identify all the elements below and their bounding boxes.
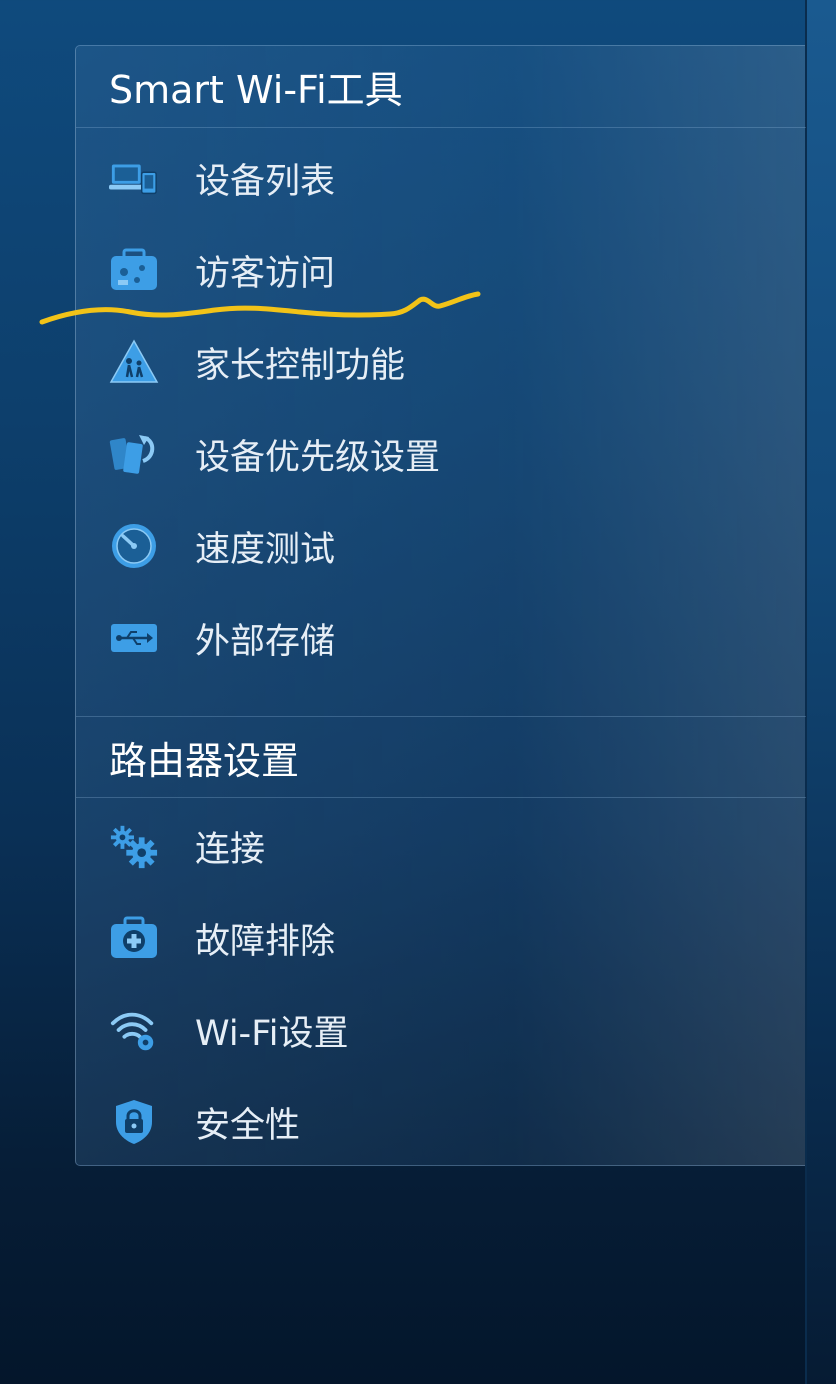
- parental-controls-icon: [109, 337, 159, 387]
- speedometer-icon: [109, 521, 159, 571]
- menu-item-guest-access[interactable]: 访客访问: [76, 224, 806, 316]
- first-aid-kit-icon: [109, 913, 159, 963]
- menu-item-label: 外部存储: [195, 621, 336, 662]
- menu-item-label: 访客访问: [195, 253, 336, 294]
- devices-icon: [109, 153, 159, 203]
- device-priority-icon: [109, 429, 159, 479]
- wifi-settings-icon: [109, 1005, 159, 1055]
- menu-item-label: 连接: [195, 829, 266, 870]
- section-title: 路由器设置: [109, 738, 300, 783]
- menu-item-label: 速度测试: [195, 529, 336, 570]
- menu-item-device-list[interactable]: 设备列表: [76, 132, 806, 224]
- guest-access-icon: [109, 245, 159, 295]
- section-header-smart-wifi-tools: Smart Wi-Fi工具: [76, 46, 806, 128]
- right-edge-panel: [805, 0, 836, 1384]
- menu-item-speed-test[interactable]: 速度测试: [76, 500, 806, 592]
- gears-icon: [109, 821, 159, 871]
- menu-item-troubleshooting[interactable]: 故障排除: [76, 892, 806, 984]
- section-title: Smart Wi-Fi工具: [109, 68, 403, 112]
- settings-menu-panel: Smart Wi-Fi工具 设备列表 访客访问 家长控制功能 设备优先级设置 速…: [75, 45, 806, 1168]
- security-shield-icon: [109, 1097, 159, 1147]
- menu-item-label: 设备列表: [195, 161, 336, 202]
- section-header-router-settings: 路由器设置: [76, 716, 806, 798]
- menu-item-label: 设备优先级设置: [195, 437, 441, 478]
- menu-item-wifi-settings[interactable]: Wi-Fi设置: [76, 984, 806, 1076]
- menu-item-label: 安全性: [195, 1105, 301, 1146]
- menu-item-label: Wi-Fi设置: [195, 1013, 349, 1054]
- menu-item-connectivity[interactable]: 连接: [76, 800, 806, 892]
- menu-item-device-priority[interactable]: 设备优先级设置: [76, 408, 806, 500]
- usb-storage-icon: [109, 613, 159, 663]
- menu-item-parental-controls[interactable]: 家长控制功能: [76, 316, 806, 408]
- menu-item-external-storage[interactable]: 外部存储: [76, 592, 806, 684]
- menu-item-security[interactable]: 安全性: [76, 1076, 806, 1168]
- menu-item-label: 家长控制功能: [195, 345, 406, 386]
- menu-item-label: 故障排除: [195, 921, 336, 962]
